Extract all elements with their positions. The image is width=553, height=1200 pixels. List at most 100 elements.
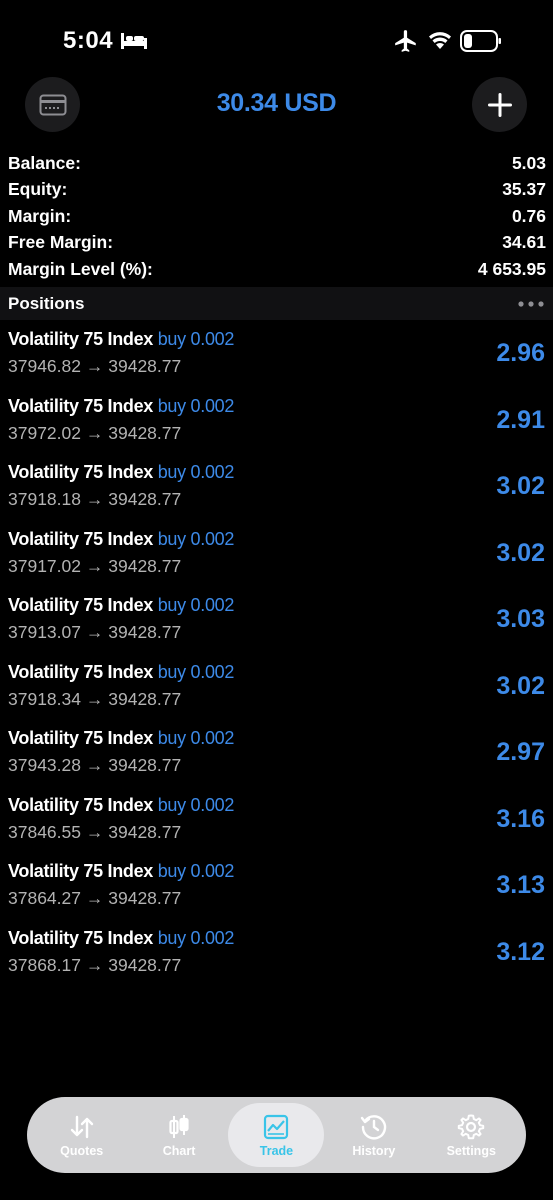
position-open-price: 37918.34 (8, 688, 81, 709)
position-title-line: Volatility 75 Index buy 0.002 (8, 329, 234, 350)
new-order-button[interactable] (472, 77, 527, 132)
position-title-line: Volatility 75 Index buy 0.002 (8, 728, 234, 749)
tab-label: Trade (259, 1143, 294, 1158)
account-profit-title: 30.34 USD (216, 89, 337, 117)
positions-title: Positions (8, 293, 85, 313)
position-title-line: Volatility 75 Index buy 0.002 (8, 529, 234, 550)
battery-icon (460, 30, 501, 52)
position-volume: 0.002 (190, 395, 235, 416)
position-price-line: 37918.34 → 39428.77 (8, 689, 181, 710)
position-current-price: 39428.77 (108, 422, 182, 443)
summary-value: 5.03 (511, 152, 546, 173)
position-open-price: 37864.27 (8, 888, 81, 908)
position-profit: 2.96 (496, 339, 545, 367)
tab-quotes[interactable]: Quotes (34, 1103, 130, 1167)
position-current-price: 39428.77 (108, 888, 182, 908)
position-row[interactable]: Volatility 75 Index buy 0.002 37946.82 →… (0, 327, 553, 394)
position-row[interactable]: Volatility 75 Index buy 0.002 37864.27 →… (0, 859, 553, 926)
position-current-price: 39428.77 (108, 555, 182, 576)
tab-history[interactable]: History (326, 1103, 422, 1167)
position-open-price: 37946.82 (8, 356, 81, 376)
position-title-line: Volatility 75 Index buy 0.002 (8, 861, 234, 882)
position-title-line: Volatility 75 Index buy 0.002 (8, 928, 234, 949)
position-title-line: Volatility 75 Index buy 0.002 (8, 396, 234, 417)
positions-section-header: Positions (0, 287, 553, 320)
summary-value: 34.61 (502, 232, 546, 253)
more-dots-icon[interactable] (517, 300, 545, 308)
position-volume: 0.002 (190, 329, 235, 349)
position-profit: 3.02 (496, 472, 545, 500)
price-arrow: → (85, 954, 104, 975)
position-volume: 0.002 (190, 927, 235, 948)
position-open-price: 37846.55 (8, 821, 81, 842)
tab-label: Quotes (60, 1143, 104, 1158)
summary-row-margin-level: Margin Level (%): 4 653.95 (8, 256, 546, 283)
tab-label: Settings (446, 1143, 496, 1158)
price-arrow: → (85, 821, 104, 842)
position-open-price: 37918.18 (8, 489, 81, 509)
summary-row-free-margin: Free Margin: 34.61 (8, 230, 546, 257)
position-current-price: 39428.77 (108, 489, 182, 509)
position-symbol: Volatility 75 Index (8, 927, 154, 948)
position-profit: 3.13 (496, 871, 545, 899)
position-symbol: Volatility 75 Index (8, 794, 154, 815)
summary-value: 4 653.95 (477, 258, 546, 279)
position-row[interactable]: Volatility 75 Index buy 0.002 37917.02 →… (0, 527, 553, 594)
position-current-price: 39428.77 (108, 954, 182, 975)
tab-label: Chart (162, 1143, 196, 1158)
price-arrow: → (85, 755, 104, 775)
summary-value: 0.76 (511, 205, 546, 226)
position-volume: 0.002 (190, 794, 235, 815)
position-symbol: Volatility 75 Index (8, 395, 154, 416)
position-volume: 0.002 (190, 462, 235, 482)
summary-value: 35.37 (502, 179, 546, 200)
position-symbol: Volatility 75 Index (8, 595, 154, 615)
position-title-line: Volatility 75 Index buy 0.002 (8, 595, 234, 616)
positions-list: Volatility 75 Index buy 0.002 37946.82 →… (0, 327, 553, 992)
trade-header: 30.34 USD (0, 77, 553, 135)
price-arrow: → (85, 356, 104, 376)
position-row[interactable]: Volatility 75 Index buy 0.002 37913.07 →… (0, 593, 553, 660)
position-open-price: 37943.28 (8, 755, 81, 775)
position-row[interactable]: Volatility 75 Index buy 0.002 37868.17 →… (0, 926, 553, 993)
position-profit: 2.91 (496, 405, 545, 434)
position-symbol: Volatility 75 Index (8, 329, 154, 349)
position-profit: 3.12 (496, 937, 545, 966)
position-open-price: 37913.07 (8, 622, 81, 642)
summary-row-margin: Margin: 0.76 (8, 203, 546, 230)
position-symbol: Volatility 75 Index (8, 528, 154, 549)
tab-chart[interactable]: Chart (131, 1103, 227, 1167)
price-arrow: → (85, 489, 104, 509)
position-title-line: Volatility 75 Index buy 0.002 (8, 795, 234, 816)
price-arrow: → (85, 888, 104, 908)
summary-row-equity: Equity: 35.37 (8, 177, 546, 204)
position-side: buy (157, 329, 186, 349)
summary-label: Free Margin: (8, 232, 114, 253)
position-side: buy (157, 595, 186, 615)
gear-icon (458, 1114, 485, 1139)
position-price-line: 37868.17 → 39428.77 (8, 955, 181, 976)
tab-settings[interactable]: Settings (423, 1103, 519, 1167)
position-row[interactable]: Volatility 75 Index buy 0.002 37918.34 →… (0, 660, 553, 727)
position-side: buy (157, 728, 186, 748)
position-row[interactable]: Volatility 75 Index buy 0.002 37846.55 →… (0, 793, 553, 860)
position-side: buy (157, 927, 186, 948)
position-row[interactable]: Volatility 75 Index buy 0.002 37918.18 →… (0, 460, 553, 527)
status-bar: 5:04 (0, 0, 553, 70)
position-profit: 3.02 (496, 538, 545, 567)
position-side: buy (157, 395, 186, 416)
position-open-price: 37868.17 (8, 954, 81, 975)
position-row[interactable]: Volatility 75 Index buy 0.002 37972.02 →… (0, 394, 553, 461)
position-title-line: Volatility 75 Index buy 0.002 (8, 462, 234, 483)
tab-trade[interactable]: Trade (228, 1103, 325, 1167)
bed-icon (121, 33, 147, 49)
position-row[interactable]: Volatility 75 Index buy 0.002 37943.28 →… (0, 726, 553, 793)
bottom-tab-bar: Quotes Chart Trade History Settings (27, 1097, 526, 1173)
position-symbol: Volatility 75 Index (8, 728, 154, 748)
position-profit: 3.02 (496, 671, 545, 700)
position-price-line: 37864.27 → 39428.77 (8, 888, 181, 909)
position-current-price: 39428.77 (108, 821, 182, 842)
summary-label: Equity: (8, 179, 68, 200)
position-title-line: Volatility 75 Index buy 0.002 (8, 662, 234, 683)
position-volume: 0.002 (190, 661, 235, 682)
